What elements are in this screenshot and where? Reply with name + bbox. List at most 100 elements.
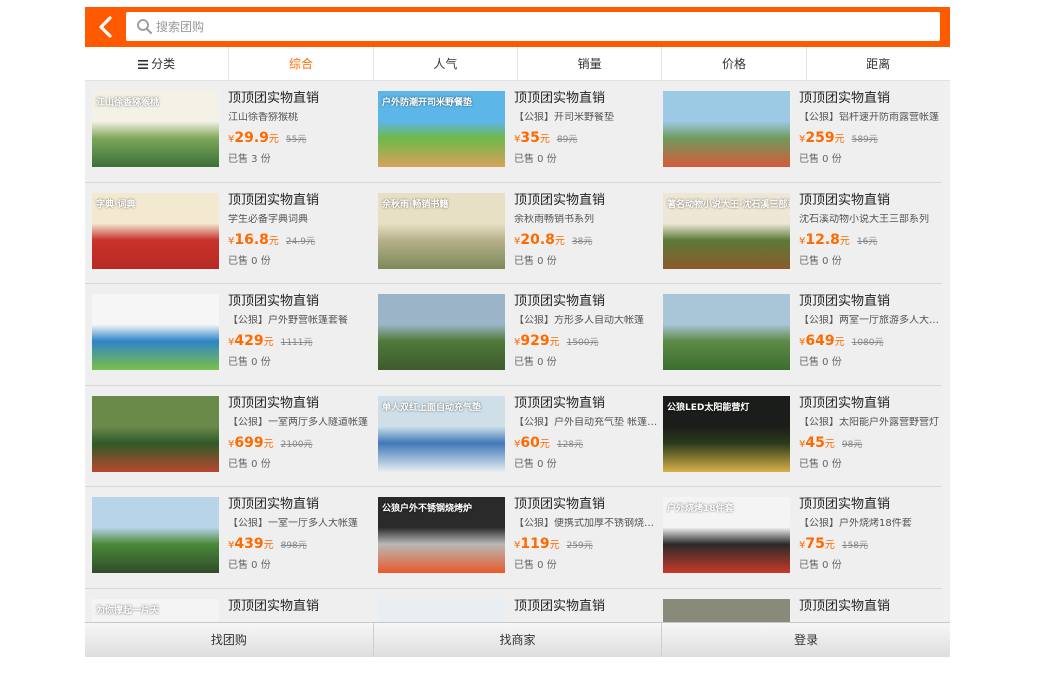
product-card[interactable]: 顶顶团实物直销 【公狼】铝杆速开防雨露营帐篷 ¥259元 589元 已售 0 份 xyxy=(663,91,942,171)
sort-comprehensive[interactable]: 综合 xyxy=(229,47,374,81)
sold-count: 已售 0 份 xyxy=(228,357,271,368)
sort-distance[interactable]: 距离 xyxy=(807,47,950,81)
price-line: ¥259元 589元 xyxy=(799,129,942,148)
product-card[interactable]: 公狼户外不锈钢烧烤炉 顶顶团实物直销 【公狼】便携式加厚不锈钢烧烤炉 ¥119元 259… xyxy=(378,497,664,577)
product-card[interactable]: 著名动物小说大王·沈石溪三部系列顶顶团实物直销沈石溪动物小说大王三部系列¥12.… xyxy=(663,192,942,273)
product-info: 顶顶团实物直销 【公狼】户外烧烤18件套 ¥75元 158元 已售 0 份 xyxy=(799,497,942,572)
sort-category[interactable]: 分类 xyxy=(85,47,230,81)
sold-count: 已售 0 份 xyxy=(514,255,557,267)
product-card[interactable]: 顶顶团实物直销 【公狼】户外野营帐篷套餐 ¥429元 1111元 已售 0 份 xyxy=(92,294,378,374)
product-image-caption: 余秋雨·畅销书籍 xyxy=(382,199,449,210)
product-price: 35 xyxy=(520,130,540,146)
sold-count: 已售 0 份 xyxy=(799,560,842,571)
product-image xyxy=(663,598,790,622)
sold-count: 已售 0 份 xyxy=(228,560,271,571)
product-desc: 【公狼】开司米野餐垫 xyxy=(514,112,614,123)
nav-find-merchants[interactable]: 找商家 xyxy=(374,623,663,657)
product-image: 字典·词典 xyxy=(92,192,219,269)
price-unit: 元 xyxy=(839,235,850,247)
sold-count: 已售 0 份 xyxy=(799,154,842,165)
product-row: 顶顶团实物直销 【公狼】一室两厅多人隧道帐篷 ¥699元 2100元 已售 0 份单人双… xyxy=(85,386,942,487)
price-line: ¥699元 2100元 xyxy=(228,434,374,453)
sort-popularity[interactable]: 人气 xyxy=(374,47,518,81)
product-image xyxy=(378,598,505,622)
product-card[interactable]: 为你撑起一片天 顶顶团实物直销 xyxy=(92,598,378,622)
search-input[interactable] xyxy=(156,12,926,41)
product-title: 顶顶团实物直销 xyxy=(799,598,891,614)
product-card[interactable]: 公狼LED太阳能营灯 顶顶团实物直销 【公狼】太阳能户外露营野营灯 ¥45元 98元 已售… xyxy=(663,395,942,476)
original-price: 16元 xyxy=(856,236,878,247)
product-price: 429 xyxy=(234,333,264,349)
price-unit: 元 xyxy=(539,134,550,145)
bottom-nav: 找团购 找商家 登录 xyxy=(85,622,950,657)
product-desc: 【公狼】两室一厅旅游多人大帐篷 xyxy=(799,315,942,326)
original-price: 1080元 xyxy=(851,338,884,348)
original-price: 98元 xyxy=(841,439,863,450)
product-card[interactable]: 江山徐香猕猴桃 顶顶团实物直销 江山徐香猕猴桃 ¥29.9元 55元 已售 3 份 xyxy=(92,91,378,171)
product-title: 顶顶团实物直销 xyxy=(514,395,606,411)
price-unit: 元 xyxy=(824,540,835,551)
product-info: 顶顶团实物直销 沈石溪动物小说大王三部系列 ¥12.8元 16元 已售 0 份 xyxy=(799,193,942,268)
product-price: 119 xyxy=(520,536,550,552)
sort-sales[interactable]: 销量 xyxy=(518,47,663,81)
back-button[interactable] xyxy=(91,13,121,41)
product-image-caption: 户外烧烤18件套 xyxy=(667,504,734,514)
product-title: 顶顶团实物直销 xyxy=(799,497,891,512)
sort-price[interactable]: 价格 xyxy=(662,47,807,81)
product-card[interactable]: 字典·词典 顶顶团实物直销 学生必备字典词典 ¥16.8元 24.9元 已售 0 份 xyxy=(92,192,378,273)
product-image: 公狼LED太阳能营灯 xyxy=(663,395,790,472)
price-line: ¥29.9元 55元 xyxy=(228,129,374,148)
original-price: 589元 xyxy=(851,135,878,145)
price-unit: 元 xyxy=(263,540,274,551)
product-card[interactable]: 顶顶团实物直销 【公狼】两室一厅旅游多人大帐篷 ¥649元 1080元 已售 0 份 xyxy=(663,294,942,374)
product-card[interactable]: 顶顶团实物直销 xyxy=(663,598,942,622)
sold-count: 已售 0 份 xyxy=(514,560,557,571)
price-line: ¥119元 259元 xyxy=(514,535,660,554)
product-card[interactable]: 顶顶团实物直销 【公狼】一室两厅多人隧道帐篷 ¥699元 2100元 已售 0 份 xyxy=(92,395,378,476)
price-line: ¥929元 1500元 xyxy=(514,332,660,351)
price-line: ¥45元 98元 xyxy=(799,434,942,453)
product-card[interactable]: 顶顶团实物直销 【公狼】一室一厅多人大帐篷 ¥439元 898元 已售 0 份 xyxy=(92,497,378,577)
product-card[interactable]: 顶顶团实物直销 【公狼】方形多人自动大帐篷 ¥929元 1500元 已售 0 份 xyxy=(378,294,664,374)
price-line: ¥60元 128元 xyxy=(514,434,660,453)
product-card[interactable]: 顶顶团实物直销 xyxy=(378,598,664,622)
product-title: 顶顶团实物直销 xyxy=(799,91,891,106)
scrollbar[interactable] xyxy=(942,81,950,622)
product-card[interactable]: 户外防潮开司米野餐垫 顶顶团实物直销 【公狼】开司米野餐垫 ¥35元 89元 已售 0 份 xyxy=(378,91,664,171)
original-price: 24.9元 xyxy=(285,236,315,247)
price-unit: 元 xyxy=(549,337,560,348)
product-image-caption: 字典·词典 xyxy=(96,199,136,210)
nav-find-deals[interactable]: 找团购 xyxy=(85,623,374,657)
product-desc: 【公狼】户外烧烤18件套 xyxy=(799,518,912,529)
price-line: ¥439元 898元 xyxy=(228,535,374,554)
nav-login[interactable]: 登录 xyxy=(662,623,950,657)
sold-count: 已售 0 份 xyxy=(228,458,271,470)
product-card[interactable]: 余秋雨·畅销书籍 顶顶团实物直销 余秋雨畅销书系列 ¥20.8元 38元 已售 0 份 xyxy=(378,192,664,273)
product-desc: 【公狼】户外野营帐篷套餐 xyxy=(228,315,348,326)
product-card[interactable]: 户外烧烤18件套 顶顶团实物直销 【公狼】户外烧烤18件套 ¥75元 158元 已售 0 … xyxy=(663,497,942,577)
original-price: 1500元 xyxy=(566,338,599,348)
product-title: 顶顶团实物直销 xyxy=(228,598,320,614)
product-title: 顶顶团实物直销 xyxy=(514,598,606,614)
product-title: 顶顶团实物直销 xyxy=(799,395,891,411)
product-info: 顶顶团实物直销 学生必备字典词典 ¥16.8元 24.9元 已售 0 份 xyxy=(228,193,374,268)
product-desc: 【公狼】一室一厅多人大帐篷 xyxy=(228,518,358,529)
product-title: 顶顶团实物直销 xyxy=(228,91,320,106)
product-info: 顶顶团实物直销 【公狼】两室一厅旅游多人大帐篷 ¥649元 1080元 已售 0 份 xyxy=(799,294,942,369)
product-image xyxy=(92,294,219,370)
product-row: 字典·词典 顶顶团实物直销 学生必备字典词典 ¥16.8元 24.9元 已售 0 份余秋雨… xyxy=(85,183,942,284)
product-desc: 学生必备字典词典 xyxy=(228,213,308,225)
sold-count: 已售 0 份 xyxy=(228,255,271,267)
product-price: 45 xyxy=(805,434,825,451)
product-title: 顶顶团实物直销 xyxy=(799,294,891,309)
product-image-caption: 为你撑起一片天 xyxy=(96,605,160,616)
product-card[interactable]: 单人双红上面自动充气垫 顶顶团实物直销 【公狼】户外自动充气垫 帐篷睡垫 ¥60元 12… xyxy=(378,395,664,476)
search-box[interactable] xyxy=(126,12,940,41)
menu-icon xyxy=(138,60,149,69)
price-unit: 元 xyxy=(824,438,835,450)
product-info: 顶顶团实物直销 【公狼】一室一厅多人大帐篷 ¥439元 898元 已售 0 份 xyxy=(228,497,374,572)
product-image: 江山徐香猕猴桃 xyxy=(92,91,219,167)
price-unit: 元 xyxy=(539,438,550,450)
product-image: 户外烧烤18件套 xyxy=(663,497,790,573)
product-info: 顶顶团实物直销 【公狼】方形多人自动大帐篷 ¥929元 1500元 已售 0 份 xyxy=(514,294,660,369)
